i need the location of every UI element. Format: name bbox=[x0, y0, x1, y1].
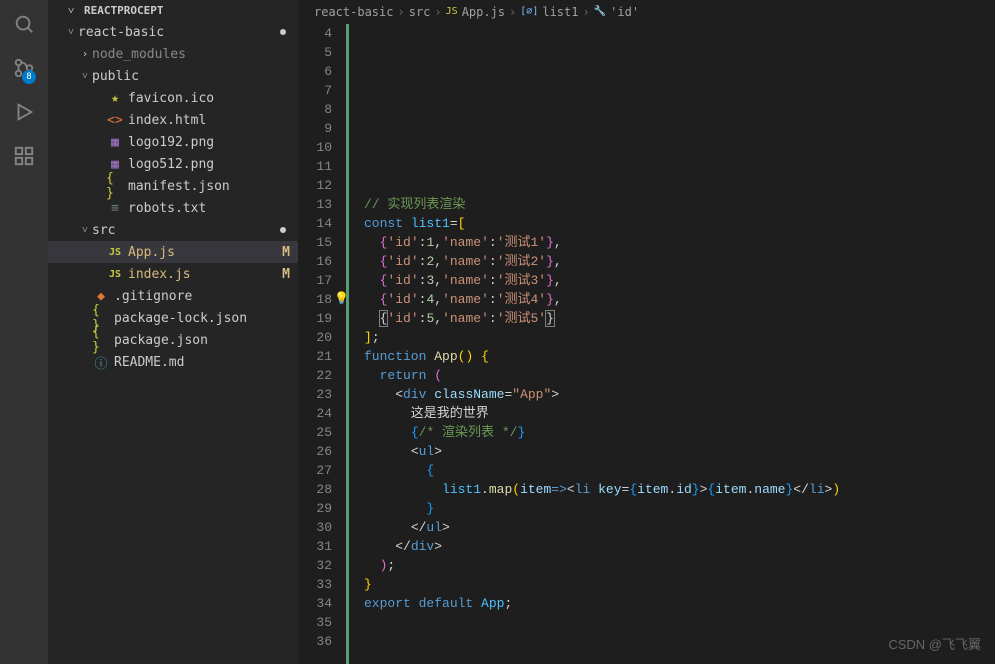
tree-item-label: public bbox=[92, 69, 139, 84]
tree-file[interactable]: { }package.json bbox=[48, 329, 298, 351]
run-icon[interactable] bbox=[12, 100, 36, 124]
tree-file[interactable]: ◆ .gitignore bbox=[48, 285, 298, 307]
img-file-icon: ▦ bbox=[106, 135, 124, 150]
breadcrumbs[interactable]: react-basic›src›JS App.js›[∅] list1›🔧 'i… bbox=[298, 0, 995, 24]
chevron-right-icon: › bbox=[397, 5, 404, 19]
extensions-icon[interactable] bbox=[12, 144, 36, 168]
tree-item-label: App.js bbox=[128, 245, 175, 260]
tree-file[interactable]: ★ favicon.ico bbox=[48, 87, 298, 109]
html-file-icon: <> bbox=[106, 113, 124, 128]
info-file-icon: ⓘ bbox=[92, 353, 110, 372]
json-file-icon: { } bbox=[92, 325, 110, 355]
tree-item-label: package.json bbox=[114, 333, 208, 348]
tree-file[interactable]: JS index.js M bbox=[48, 263, 298, 285]
tree-item-label: logo512.png bbox=[128, 157, 214, 172]
code-content[interactable]: // 实现列表渲染const list1=[ {'id':1,'name':'测… bbox=[348, 24, 995, 664]
tree-item-label: react-basic bbox=[78, 25, 164, 40]
tree-item-label: index.js bbox=[128, 267, 191, 282]
tree-item-label: index.html bbox=[128, 113, 206, 128]
sidebar-root-label: REACTPROCEPT bbox=[84, 4, 163, 17]
tree-item-label: favicon.ico bbox=[128, 91, 214, 106]
tree-item-label: README.md bbox=[114, 355, 184, 370]
chevron-right-icon: › bbox=[509, 5, 516, 19]
chevron-down-icon: ˅ bbox=[78, 71, 92, 82]
activity-bar: 8 bbox=[0, 0, 48, 664]
chevron-right-icon: › bbox=[78, 49, 92, 60]
star-file-icon: ★ bbox=[106, 91, 124, 106]
tree-folder[interactable]: ›node_modules bbox=[48, 43, 298, 65]
tree-file[interactable]: ⓘ README.md bbox=[48, 351, 298, 373]
breadcrumb-item[interactable]: 🔧 'id' bbox=[594, 5, 639, 19]
json-file-icon: { } bbox=[106, 171, 124, 201]
scm-icon[interactable]: 8 bbox=[12, 56, 36, 80]
chevron-down-icon: ˅ bbox=[64, 27, 78, 38]
breadcrumb-item[interactable]: react-basic bbox=[314, 5, 393, 19]
tree-file[interactable]: ≡ robots.txt bbox=[48, 197, 298, 219]
tree-item-label: logo192.png bbox=[128, 135, 214, 150]
tree-folder[interactable]: ˅react-basic bbox=[48, 21, 298, 43]
file-tree: ˅react-basic›node_modules˅public★favicon… bbox=[48, 21, 298, 664]
dirty-indicator bbox=[280, 227, 286, 233]
tree-folder[interactable]: ˅src bbox=[48, 219, 298, 241]
editor: react-basic›src›JS App.js›[∅] list1›🔧 'i… bbox=[298, 0, 995, 664]
lightbulb-icon[interactable]: 💡 bbox=[334, 290, 349, 309]
code-area[interactable]: 4567891011121314151617181920212223242526… bbox=[298, 24, 995, 664]
tree-file[interactable]: ▦ logo512.png bbox=[48, 153, 298, 175]
tree-file[interactable]: { }manifest.json bbox=[48, 175, 298, 197]
gutter: 4567891011121314151617181920212223242526… bbox=[298, 24, 348, 664]
git-status: M bbox=[282, 267, 290, 282]
chevron-down-icon: ˅ bbox=[68, 4, 80, 17]
search-icon[interactable] bbox=[12, 12, 36, 36]
git-file-icon: ◆ bbox=[92, 289, 110, 304]
watermark: CSDN @飞飞翼 bbox=[888, 635, 981, 654]
js-file-icon: JS bbox=[106, 269, 124, 280]
tree-file[interactable]: { }package-lock.json bbox=[48, 307, 298, 329]
git-status: M bbox=[282, 245, 290, 260]
tree-item-label: manifest.json bbox=[128, 179, 230, 194]
tree-file[interactable]: ▦ logo192.png bbox=[48, 131, 298, 153]
breadcrumb-item[interactable]: src bbox=[409, 5, 431, 19]
tree-item-label: src bbox=[92, 223, 115, 238]
js-file-icon: JS bbox=[106, 247, 124, 258]
tree-item-label: package-lock.json bbox=[114, 311, 247, 326]
img-file-icon: ▦ bbox=[106, 157, 124, 172]
txt-file-icon: ≡ bbox=[106, 201, 124, 216]
tree-item-label: node_modules bbox=[92, 47, 186, 62]
chevron-down-icon: ˅ bbox=[78, 225, 92, 236]
dirty-indicator bbox=[280, 29, 286, 35]
scm-badge: 8 bbox=[22, 70, 36, 84]
breadcrumb-item[interactable]: JS App.js bbox=[446, 5, 505, 19]
chevron-right-icon: › bbox=[434, 5, 441, 19]
tree-folder[interactable]: ˅public bbox=[48, 65, 298, 87]
sidebar: ˅ REACTPROCEPT ˅react-basic›node_modules… bbox=[48, 0, 298, 664]
chevron-right-icon: › bbox=[582, 5, 589, 19]
tree-file[interactable]: <> index.html bbox=[48, 109, 298, 131]
sidebar-root-header[interactable]: ˅ REACTPROCEPT bbox=[48, 0, 298, 21]
tree-item-label: .gitignore bbox=[114, 289, 192, 304]
breadcrumb-item[interactable]: [∅] list1 bbox=[520, 5, 578, 19]
tree-item-label: robots.txt bbox=[128, 201, 206, 216]
tree-file[interactable]: JS App.js M bbox=[48, 241, 298, 263]
